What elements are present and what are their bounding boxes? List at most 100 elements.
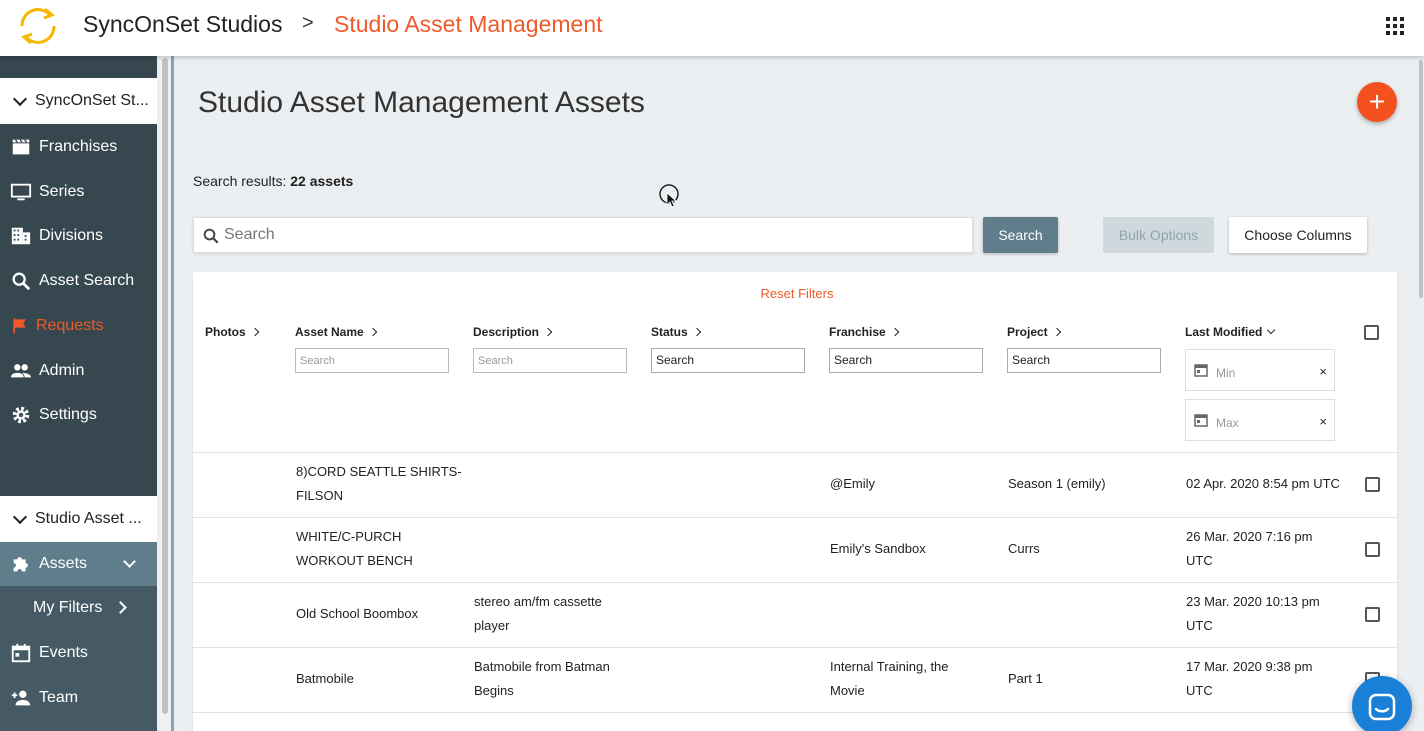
sidebar-item-label: Assets xyxy=(39,555,88,572)
sidebar-item-label: Series xyxy=(39,183,85,200)
asset-name-filter-input[interactable] xyxy=(295,348,449,373)
asset-name-cell[interactable]: Batmobile xyxy=(296,667,354,691)
clear-max-icon[interactable]: × xyxy=(1319,414,1327,429)
org-name[interactable]: SyncOnSet Studios xyxy=(83,11,282,38)
last-modified-cell: 26 Mar. 2020 7:16 pm UTC xyxy=(1186,525,1312,573)
chevron-right-icon xyxy=(250,327,259,337)
add-person-icon xyxy=(11,690,31,706)
franchise-filter-input[interactable] xyxy=(829,348,983,373)
asset-name-cell[interactable]: Old School Boombox xyxy=(296,602,418,626)
column-header-description[interactable]: Description xyxy=(473,325,553,339)
column-header-label: Photos xyxy=(205,325,246,339)
sidebar-section-label: SyncOnSet St... xyxy=(35,92,149,109)
chevron-right-icon xyxy=(543,327,553,337)
sidebar-item-asset-search[interactable]: Asset Search xyxy=(0,259,157,303)
gear-icon xyxy=(12,406,30,424)
chevron-right-icon xyxy=(692,327,701,337)
column-header-asset-name[interactable]: Asset Name xyxy=(295,325,377,339)
franchise-cell: @Emily xyxy=(830,476,875,491)
sidebar-item-my-filters[interactable]: My Filters xyxy=(0,586,157,630)
column-header-franchise[interactable]: Franchise xyxy=(829,325,899,339)
sync-logo-icon[interactable] xyxy=(14,2,62,50)
status-filter-input[interactable] xyxy=(651,348,805,373)
sidebar-scrollbar-thumb[interactable] xyxy=(162,58,168,714)
row-checkbox[interactable] xyxy=(1365,542,1380,557)
cell-line: FILSON xyxy=(296,488,343,503)
choose-columns-button[interactable]: Choose Columns xyxy=(1229,217,1367,253)
asset-name-cell[interactable]: WHITE/C-PURCH WORKOUT BENCH xyxy=(296,525,413,573)
chevron-right-icon xyxy=(368,327,377,337)
sidebar-item-franchises[interactable]: Franchises xyxy=(0,125,157,169)
cell-line: UTC xyxy=(1186,553,1213,568)
monitor-icon xyxy=(10,183,32,201)
last-modified-cell: 23 Mar. 2020 10:13 pm UTC xyxy=(1186,590,1320,638)
reset-filters-link[interactable]: Reset Filters xyxy=(193,286,1397,301)
date-min-field[interactable]: Min × xyxy=(1185,349,1335,391)
date-max-placeholder: Max xyxy=(1216,416,1239,430)
column-header-project[interactable]: Project xyxy=(1007,325,1061,339)
search-icon xyxy=(203,228,219,244)
chat-launcher-button[interactable] xyxy=(1352,676,1412,731)
column-header-last-modified[interactable]: Last Modified xyxy=(1185,325,1276,339)
chevron-down-icon[interactable] xyxy=(123,555,136,568)
date-max-field[interactable]: Max × xyxy=(1185,399,1335,441)
clear-min-icon[interactable]: × xyxy=(1319,364,1327,379)
breadcrumb-current[interactable]: Studio Asset Management xyxy=(334,11,603,38)
sidebar-section-org[interactable]: SyncOnSet St... xyxy=(0,78,157,124)
chevron-right-icon xyxy=(114,601,127,614)
date-min-placeholder: Min xyxy=(1216,366,1236,380)
cell-line: 26 Mar. 2020 7:16 pm xyxy=(1186,529,1313,544)
column-header-photos[interactable]: Photos xyxy=(205,325,259,339)
sidebar: SyncOnSet St... Franchises Series Divisi… xyxy=(0,56,157,731)
sidebar-item-requests[interactable]: Requests xyxy=(0,304,157,348)
search-results-summary: Search results: 22 assets xyxy=(193,173,353,189)
column-header-label: Asset Name xyxy=(295,325,364,339)
calendar-icon xyxy=(11,643,31,663)
page-scrollbar[interactable] xyxy=(1418,56,1424,731)
sidebar-item-settings[interactable]: Settings xyxy=(0,393,157,437)
chevron-down-icon xyxy=(12,91,28,106)
asset-name-cell[interactable]: 8)CORD SEATTLE SHIRTS- FILSON xyxy=(296,460,462,508)
cell-line: 23 Mar. 2020 10:13 pm xyxy=(1186,594,1320,609)
project-filter-input[interactable] xyxy=(1007,348,1161,373)
sidebar-item-divisions[interactable]: Divisions xyxy=(0,214,157,258)
row-checkbox[interactable] xyxy=(1365,477,1380,492)
description-filter-input[interactable] xyxy=(473,348,627,373)
search-button[interactable]: Search xyxy=(983,217,1058,253)
sidebar-item-label: Team xyxy=(39,689,79,706)
column-header-label: Franchise xyxy=(829,325,886,339)
asset-search-box[interactable] xyxy=(193,217,973,253)
sidebar-item-label: Requests xyxy=(36,317,104,334)
row-divider xyxy=(193,647,1397,648)
add-asset-button[interactable]: + xyxy=(1357,82,1397,122)
page-scrollbar-thumb[interactable] xyxy=(1419,60,1423,298)
row-checkbox[interactable] xyxy=(1365,607,1380,622)
column-header-label: Description xyxy=(473,325,540,339)
main-edge-divider xyxy=(171,56,174,731)
chevron-right-icon xyxy=(1052,327,1061,337)
franchise-cell: Emily's Sandbox xyxy=(830,541,926,556)
select-all-checkbox[interactable] xyxy=(1364,325,1379,340)
sidebar-band xyxy=(0,56,157,78)
sidebar-section-studio[interactable]: Studio Asset ... xyxy=(0,496,157,542)
sidebar-item-label: Admin xyxy=(39,362,85,379)
sidebar-item-team[interactable]: Team xyxy=(0,676,157,720)
apps-grid-icon[interactable] xyxy=(1386,17,1404,35)
chevron-down-icon xyxy=(12,509,28,524)
row-divider xyxy=(193,712,1397,713)
cell-line: 8)CORD SEATTLE SHIRTS- xyxy=(296,464,462,479)
sidebar-scrollbar[interactable] xyxy=(160,56,170,731)
sidebar-item-events[interactable]: Events xyxy=(0,631,157,675)
calendar-icon xyxy=(1194,364,1208,377)
bulk-options-button[interactable]: Bulk Options xyxy=(1103,217,1214,253)
sidebar-item-series[interactable]: Series xyxy=(0,170,157,214)
sidebar-item-admin[interactable]: Admin xyxy=(0,349,157,393)
chevron-down-icon xyxy=(1267,325,1276,335)
flag-icon xyxy=(13,318,26,334)
sidebar-item-label: Divisions xyxy=(39,227,104,244)
sidebar-item-label: Franchises xyxy=(39,138,118,155)
column-header-status[interactable]: Status xyxy=(651,325,701,339)
puzzle-icon xyxy=(13,557,28,572)
sidebar-item-assets[interactable]: Assets xyxy=(0,542,157,586)
search-input[interactable] xyxy=(224,218,964,252)
